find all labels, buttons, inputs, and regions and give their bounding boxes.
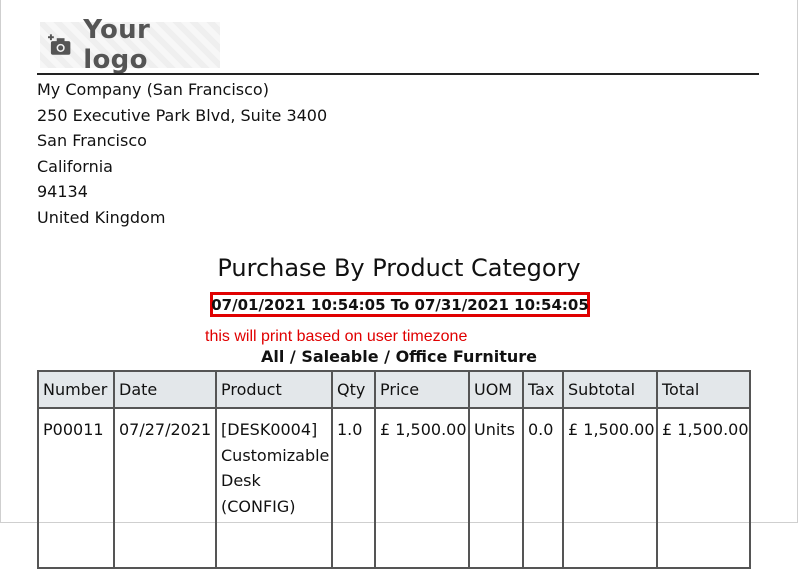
report-title: Purchase By Product Category [217, 254, 581, 282]
column-header-total: Total [656, 370, 751, 409]
camera-plus-icon [48, 34, 71, 55]
column-header-date: Date [113, 370, 217, 409]
address-zip: 94134 [37, 182, 88, 202]
timezone-annotation: this will print based on user timezone [205, 328, 468, 345]
address-city: San Francisco [37, 131, 147, 151]
table-row: P00011 07/27/2021 [DESK0004] Customizabl… [37, 407, 751, 569]
cell-tax: 0.0 [522, 407, 564, 569]
column-header-uom: UOM [468, 370, 524, 409]
column-header-subtotal: Subtotal [562, 370, 658, 409]
address-state: California [37, 156, 113, 176]
purchase-table: Number Date Product Qty Price UOM Tax Su… [37, 370, 751, 569]
table-header-row: Number Date Product Qty Price UOM Tax Su… [37, 370, 751, 409]
product-line: Desk [221, 471, 261, 491]
product-line: [DESK0004] [221, 420, 318, 439]
column-header-qty: Qty [331, 370, 376, 409]
address-country: United Kingdom [37, 207, 166, 227]
cell-qty: 1.0 [331, 407, 376, 569]
cell-uom: Units [468, 407, 524, 569]
cell-subtotal: £ 1,500.00 [562, 407, 658, 569]
date-range-highlight: 07/01/2021 10:54:05 To 07/31/2021 10:54:… [210, 292, 590, 317]
product-line: Customizable [221, 445, 330, 465]
date-range: 07/01/2021 10:54:05 To 07/31/2021 10:54:… [211, 295, 589, 314]
cell-number: P00011 [37, 407, 115, 569]
product-category: All / Saleable / Office Furniture [261, 347, 537, 366]
column-header-number: Number [37, 370, 115, 409]
company-logo: Your logo [40, 15, 220, 75]
column-header-price: Price [374, 370, 470, 409]
address-street: 250 Executive Park Blvd, Suite 3400 [37, 105, 328, 125]
cell-product: [DESK0004] Customizable Desk (CONFIG) [215, 407, 333, 569]
column-header-tax: Tax [522, 370, 564, 409]
company-name: My Company (San Francisco) [37, 80, 269, 99]
product-line: (CONFIG) [221, 496, 296, 516]
column-header-product: Product [215, 370, 333, 409]
header-divider [37, 73, 759, 75]
cell-date: 07/27/2021 [113, 407, 217, 569]
cell-total: £ 1,500.00 [656, 407, 751, 569]
logo-text: Your logo [83, 15, 151, 75]
company-address: My Company (San Francisco) 250 Executive… [37, 77, 327, 231]
cell-price: £ 1,500.00 [374, 407, 470, 569]
